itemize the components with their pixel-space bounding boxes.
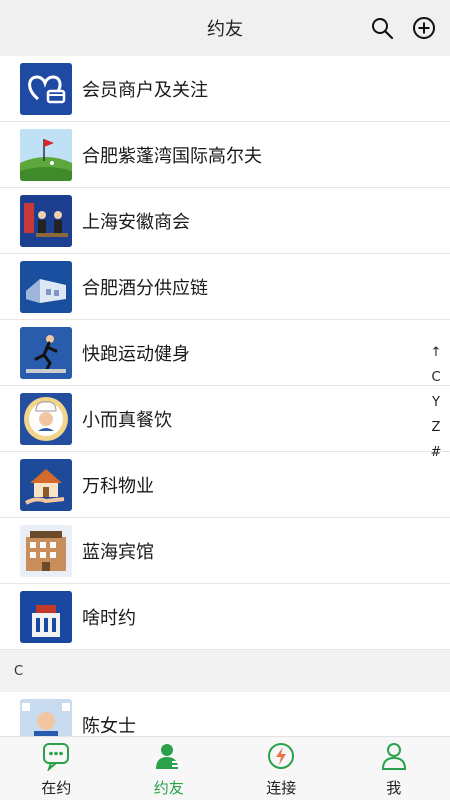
contact-name: 蓝海宾馆: [82, 541, 154, 563]
chef-icon: [20, 392, 72, 445]
header-bar: 约友: [0, 0, 450, 56]
contact-name: 快跑运动健身: [82, 343, 190, 365]
contact-list: 会员商户及关注合肥紫蓬湾国际高尔夫 上海安徽商会 合肥酒分供应链 快跑运动健身 小而真餐…: [0, 56, 450, 736]
tab-label: 约友: [153, 779, 184, 797]
baby-photo-icon: [20, 698, 72, 736]
contact-name: 会员商户及关注: [82, 79, 208, 101]
search-icon[interactable]: [368, 14, 396, 42]
contact-name: 小而真餐饮: [82, 409, 172, 431]
index-letter[interactable]: Y: [432, 394, 440, 412]
header-actions: [368, 14, 438, 42]
lightning-icon: [266, 741, 296, 775]
house-hand-icon: [20, 458, 72, 511]
runner-icon: [20, 326, 72, 379]
index-letter[interactable]: ↑: [431, 344, 442, 362]
contact-name: 啥时约: [82, 607, 136, 629]
bottom-tab-bar: 在约 约友 连接 我: [0, 736, 450, 800]
warehouse-icon: [20, 260, 72, 313]
page-title: 约友: [207, 19, 243, 40]
tab-2[interactable]: 连接: [225, 737, 338, 800]
tab-label: 我: [386, 779, 402, 797]
contact-row[interactable]: 合肥紫蓬湾国际高尔夫: [0, 122, 450, 188]
contact-row[interactable]: 上海安徽商会: [0, 188, 450, 254]
tab-3[interactable]: 我: [338, 737, 450, 800]
contact-row[interactable]: 快跑运动健身: [0, 320, 450, 386]
tab-1[interactable]: 约友: [113, 737, 226, 800]
alphabet-index[interactable]: ↑ C Y Z #: [424, 344, 448, 462]
section-letter: C: [14, 663, 24, 679]
chat-bubble-icon: [41, 741, 71, 775]
contact-name: 合肥紫蓬湾国际高尔夫: [82, 145, 262, 167]
section-header: C: [0, 650, 450, 692]
index-letter[interactable]: C: [431, 369, 440, 387]
golf-icon: [20, 128, 72, 181]
contact-name: 陈女士: [82, 715, 136, 737]
contact-name: 上海安徽商会: [82, 211, 190, 233]
contact-row[interactable]: 小而真餐饮: [0, 386, 450, 452]
heart-card-icon: [20, 62, 72, 115]
index-letter[interactable]: Z: [432, 419, 441, 437]
contact-row[interactable]: 蓝海宾馆: [0, 518, 450, 584]
contact-name: 万科物业: [82, 475, 154, 497]
plus-circle-icon[interactable]: [410, 14, 438, 42]
contact-row[interactable]: 啥时约: [0, 584, 450, 650]
contact-row[interactable]: 合肥酒分供应链: [0, 254, 450, 320]
contacts-icon: [154, 741, 184, 775]
tab-label: 连接: [266, 779, 297, 797]
contact-name: 合肥酒分供应链: [82, 277, 208, 299]
meeting-icon: [20, 194, 72, 247]
tab-label: 在约: [41, 779, 72, 797]
contact-row[interactable]: 陈女士: [0, 692, 450, 736]
tab-0[interactable]: 在约: [0, 737, 113, 800]
user-icon: [379, 741, 409, 775]
hotel-icon: [20, 524, 72, 577]
index-letter[interactable]: #: [431, 444, 442, 462]
building-icon: [20, 590, 72, 643]
contact-row[interactable]: 万科物业: [0, 452, 450, 518]
contact-row[interactable]: 会员商户及关注: [0, 56, 450, 122]
